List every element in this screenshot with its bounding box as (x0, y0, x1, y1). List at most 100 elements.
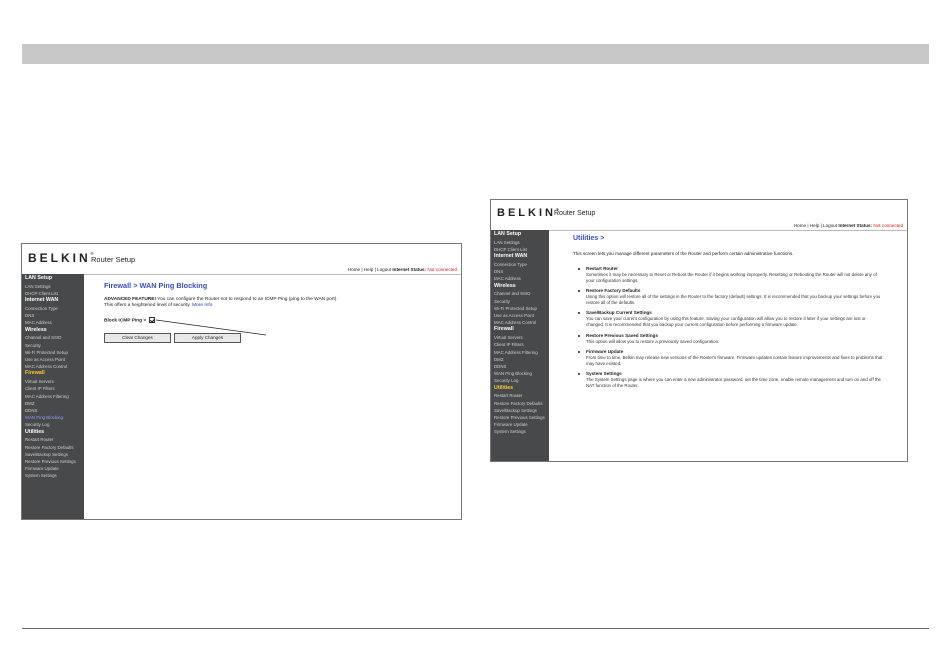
sidebar-item-ddns[interactable]: DDNS (491, 363, 549, 370)
main-content: Utilities > This screen lets you manage … (549, 230, 907, 461)
top-links[interactable]: Home | Help | Logout (348, 267, 391, 272)
advanced-feature-desc: You can configure the Router not to resp… (156, 297, 338, 302)
sidebar-item-mac-address[interactable]: MAC Address (491, 275, 549, 282)
apply-changes-button[interactable]: Apply Changes (174, 333, 241, 343)
sidebar-item-wi-fi-protected-setup[interactable]: Wi-Fi Protected Setup (22, 349, 84, 356)
sidebar-item-virtual-servers[interactable]: Virtual Servers (22, 378, 84, 385)
sidebar-item-dmz[interactable]: DMZ (491, 356, 549, 363)
utility-item: Restore Factory Defaults Using this optio… (575, 288, 885, 305)
sidebar-item-channel-and-ssid[interactable]: Channel and SSID (22, 334, 84, 341)
sidebar-item-restore-factory-defaults[interactable]: Restore Factory Defaults (491, 400, 549, 407)
belkin-logo: BELKIN® (497, 207, 559, 219)
sidebar-item-firmware-update[interactable]: Firmware Update (22, 465, 84, 472)
sidebar-item-client-ip-filters[interactable]: Client IP Filters (491, 341, 549, 348)
sidebar-item-utilities[interactable]: Utilities (491, 385, 549, 393)
sidebar-item-connection-type[interactable]: Connection Type (22, 305, 84, 312)
router-header: BELKIN® Router Setup Home | Help | Logou… (22, 244, 461, 275)
sidebar-item-wireless[interactable]: Wireless (22, 327, 84, 335)
sidebar-item-internet-wan[interactable]: Internet WAN (491, 253, 549, 261)
sidebar-item-lan-settings[interactable]: LAN Settings (491, 239, 549, 246)
internet-status-label: Internet Status: (838, 223, 873, 228)
sidebar-item-lan-settings[interactable]: LAN Settings (22, 283, 84, 290)
utility-item: Restore Previous Saved Settings This opti… (575, 333, 885, 345)
sidebar-item-security-log[interactable]: Security Log (491, 377, 549, 384)
heightened-security-text: This offers a heightened level of securi… (104, 303, 191, 309)
sidebar-item-wi-fi-protected-setup[interactable]: Wi-Fi Protected Setup (491, 305, 549, 312)
top-links[interactable]: Home | Help | Logout (794, 223, 837, 228)
utility-item: Restart Router Sometimes it may be necess… (575, 266, 885, 283)
sidebar-item-restore-factory-defaults[interactable]: Restore Factory Defaults (22, 444, 84, 451)
utilities-list: Restart Router Sometimes it may be necess… (575, 266, 885, 394)
sidebar-item-firmware-update[interactable]: Firmware Update (491, 421, 549, 428)
sidebar-item-system-settings[interactable]: System Settings (491, 428, 549, 435)
sidebar-item-virtual-servers[interactable]: Virtual Servers (491, 334, 549, 341)
utility-item-desc: Sometimes it may be necessary to Reset o… (586, 272, 877, 283)
internet-status-value: Not connected (427, 267, 457, 272)
utility-item: Firmware Update From time to time, Belkin… (575, 349, 885, 366)
sidebar-item-security-log[interactable]: Security Log (22, 421, 84, 428)
sidebar-item-connection-type[interactable]: Connection Type (491, 261, 549, 268)
footer-rule (22, 628, 929, 629)
sidebar-item-save-backup-settings[interactable]: Save/Backup Settings (491, 407, 549, 414)
sidebar-item-dhcp-client-list[interactable]: DHCP Client List (22, 290, 84, 297)
sidebar-item-dns[interactable]: DNS (491, 268, 549, 275)
page-title: Utilities > (573, 235, 605, 242)
sidebar-item-use-as-access-point[interactable]: Use as Access Point (22, 356, 84, 363)
advanced-feature-text: ADVANCED FEATURE! You can configure the … (104, 297, 444, 310)
intro-text: This screen lets you manage different pa… (573, 251, 794, 256)
sidebar-item-wireless[interactable]: Wireless (491, 283, 549, 291)
sidebar-item-system-settings[interactable]: System Settings (22, 472, 84, 479)
sidebar-item-client-ip-filters[interactable]: Client IP Filters (22, 385, 84, 392)
sidebar-item-use-as-access-point[interactable]: Use as Access Point (491, 312, 549, 319)
sidebar-item-utilities[interactable]: Utilities (22, 429, 84, 437)
status-bar: Home | Help | Logout Internet Status: No… (348, 267, 457, 272)
internet-status-value: Not connected (873, 223, 903, 228)
sidebar-item-dns[interactable]: DNS (22, 312, 84, 319)
more-info-link[interactable]: More Info (192, 303, 212, 308)
sidebar-item-restore-previous-settings[interactable]: Restore Previous Settings (22, 458, 84, 465)
screenshot-wan-ping-blocking: BELKIN® Router Setup Home | Help | Logou… (21, 243, 462, 520)
sidebar-item-mac-address-control[interactable]: MAC Address Control (22, 363, 84, 370)
clear-changes-button[interactable]: Clear Changes (104, 333, 171, 343)
header-bar (22, 44, 929, 64)
utility-item-desc: From time to time, Belkin may release ne… (586, 355, 883, 366)
sidebar-item-save-backup-settings[interactable]: Save/Backup Settings (22, 451, 84, 458)
sidebar-item-channel-and-ssid[interactable]: Channel and SSID (491, 290, 549, 297)
router-setup-title: Router Setup (554, 210, 596, 217)
sidebar: LAN Setup LAN Settings DHCP Client List Int… (22, 274, 84, 519)
sidebar-item-lan-setup[interactable]: LAN Setup (491, 231, 549, 239)
sidebar-item-mac-address-filtering[interactable]: MAC Address Filtering (22, 393, 84, 400)
page-title: Firewall > WAN Ping Blocking (104, 281, 208, 290)
router-setup-title: Router Setup (91, 255, 136, 264)
sidebar-item-security[interactable]: Security (22, 342, 84, 349)
main-content: Firewall > WAN Ping Blocking ADVANCED FE… (84, 274, 461, 519)
internet-status-label: Internet Status: (392, 267, 427, 272)
sidebar-item-mac-address[interactable]: MAC Address (22, 319, 84, 326)
sidebar-item-dmz[interactable]: DMZ (22, 400, 84, 407)
sidebar-item-mac-address-control[interactable]: MAC Address Control (491, 319, 549, 326)
router-header: BELKIN® Router Setup Home | Help | Logou… (491, 200, 907, 231)
block-icmp-label: Block ICMP Ping > (104, 318, 147, 324)
sidebar-item-restart-router[interactable]: Restart Router (491, 392, 549, 399)
belkin-logo: BELKIN® (28, 251, 94, 265)
utility-item: Save/Backup Current Settings You can save… (575, 310, 885, 327)
sidebar-item-internet-wan[interactable]: Internet WAN (22, 297, 84, 305)
sidebar-item-security[interactable]: Security (491, 298, 549, 305)
status-bar: Home | Help | Logout Internet Status: No… (794, 223, 903, 228)
sidebar-item-wan-ping-blocking[interactable]: WAN Ping Blocking (22, 414, 84, 421)
utility-item-desc: You can save your current configuration … (586, 316, 866, 327)
sidebar-item-ddns[interactable]: DDNS (22, 407, 84, 414)
sidebar: LAN Setup LAN Settings DHCP Client List Int… (491, 230, 549, 461)
sidebar-item-restore-previous-settings[interactable]: Restore Previous Settings (491, 414, 549, 421)
advanced-feature-label: ADVANCED FEATURE! (104, 297, 157, 302)
sidebar-item-mac-address-filtering[interactable]: MAC Address Filtering (491, 349, 549, 356)
sidebar-item-restart-router[interactable]: Restart Router (22, 436, 84, 443)
sidebar-item-firewall[interactable]: Firewall (491, 326, 549, 334)
sidebar-item-lan-setup[interactable]: LAN Setup (22, 275, 84, 283)
screenshot-utilities: BELKIN® Router Setup Home | Help | Logou… (490, 199, 908, 462)
utility-item-desc: The System Settings page is where you ca… (586, 377, 881, 388)
sidebar-item-wan-ping-blocking[interactable]: WAN Ping Blocking (491, 370, 549, 377)
sidebar-item-firewall[interactable]: Firewall (22, 370, 84, 378)
block-icmp-row: Block ICMP Ping > (104, 317, 156, 324)
sidebar-item-dhcp-client-list[interactable]: DHCP Client List (491, 246, 549, 253)
